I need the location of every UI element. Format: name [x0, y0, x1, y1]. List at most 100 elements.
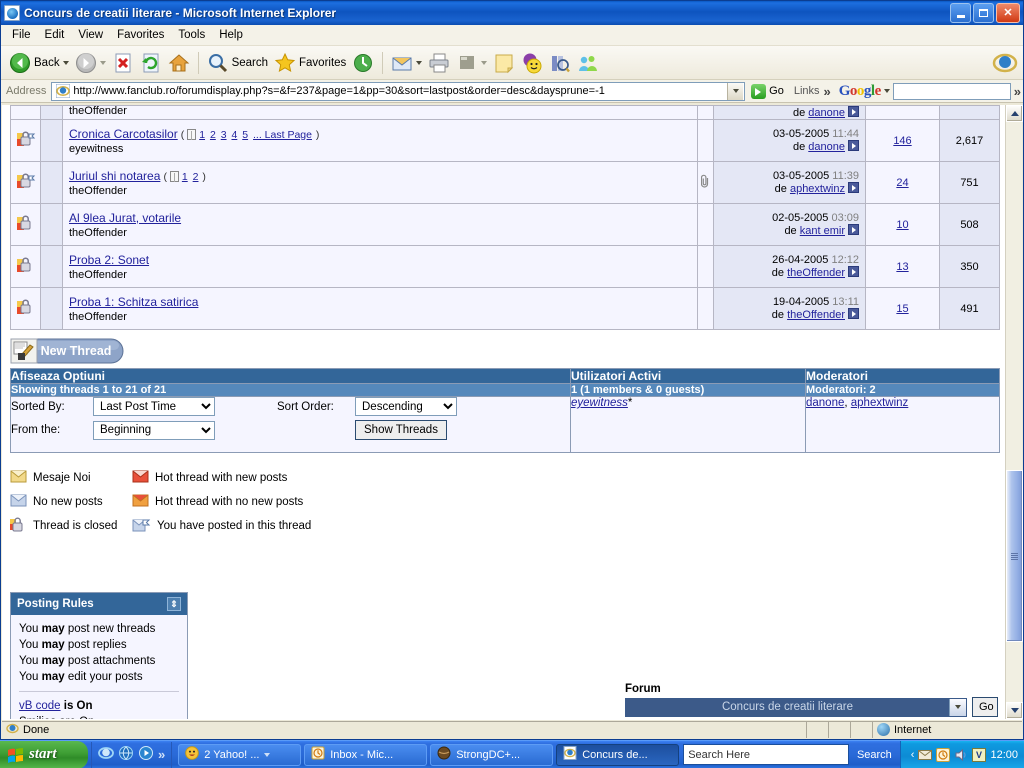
back-button[interactable]: Back [6, 49, 72, 77]
last-post-author-link[interactable]: aphextwinz [790, 183, 845, 195]
from-the-select[interactable]: Beginning [93, 420, 215, 440]
maximize-button[interactable] [973, 3, 994, 23]
page-link-2[interactable]: 2 [193, 171, 199, 183]
ie-icon[interactable] [98, 745, 114, 764]
chevron-down-icon[interactable] [949, 698, 966, 716]
links-bar[interactable]: Links » [790, 84, 835, 99]
thread-title-link[interactable]: Cronica Carcotasilor [69, 127, 178, 141]
menu-help[interactable]: Help [212, 27, 250, 43]
table-row[interactable]: Al 9lea Jurat, votarile theOffender 02-0… [10, 203, 1000, 246]
last-post-author-link[interactable]: theOffender [787, 309, 845, 321]
google-search-input[interactable] [892, 82, 1011, 100]
history-button[interactable] [349, 49, 377, 77]
minimize-button[interactable] [950, 3, 971, 23]
volume-icon[interactable] [954, 748, 968, 762]
page-link-3[interactable]: 3 [221, 129, 227, 141]
active-user-link[interactable]: eyewitness [571, 397, 628, 409]
task-button-outlook[interactable]: Inbox - Mic... [304, 743, 428, 766]
edit-button[interactable] [453, 49, 490, 77]
favorites-button[interactable]: Favorites [271, 49, 349, 77]
last-post-author-link[interactable]: danone [808, 141, 845, 153]
forum-jump-select[interactable]: Concurs de creatii literare [625, 697, 967, 717]
stop-button[interactable] [109, 49, 137, 77]
page-link-2[interactable]: 2 [210, 129, 216, 141]
address-input-wrap[interactable]: http://www.fanclub.ro/forumdisplay.php?s… [51, 81, 746, 101]
goto-last-post-icon[interactable] [848, 140, 859, 151]
thread-title-link[interactable]: Al 9lea Jurat, votarile [69, 211, 181, 225]
goto-last-post-icon[interactable] [848, 266, 859, 277]
page-link-1[interactable]: 1 [182, 171, 188, 183]
close-button[interactable]: ✕ [996, 3, 1020, 23]
last-post-author-link[interactable]: kant emir [800, 225, 845, 237]
address-dropdown-button[interactable] [727, 82, 744, 100]
notes-button[interactable] [490, 49, 518, 77]
table-row[interactable]: Juriul shi notarea ( 1 2 ) theOffender 0… [10, 161, 1000, 204]
sort-order-select[interactable]: Descending [355, 397, 457, 416]
thread-title-link[interactable]: Proba 1: Schitza satirica [69, 295, 198, 309]
forward-button[interactable] [72, 49, 109, 77]
thread-title-link[interactable]: Proba 2: Sonet [69, 253, 149, 267]
mail-icon[interactable] [918, 748, 933, 762]
sorted-by-select[interactable]: Last Post Time [93, 397, 215, 416]
menu-favorites[interactable]: Favorites [110, 27, 171, 43]
new-thread-button[interactable]: New Thread [10, 338, 125, 364]
antivirus-icon[interactable]: V [972, 747, 987, 762]
replies-count-link[interactable]: 13 [896, 261, 908, 273]
vb-code-link[interactable]: vB code [19, 700, 61, 712]
search-button-label[interactable]: Search [849, 749, 900, 761]
collapse-icon[interactable]: ⇕ [167, 597, 181, 611]
go-button[interactable]: Go [745, 83, 790, 99]
clock-icon[interactable] [936, 747, 951, 762]
task-button-yahoo[interactable]: 2 Yahoo! ... [178, 743, 302, 766]
goto-last-post-icon[interactable] [848, 224, 859, 235]
last-post-author-link[interactable]: theOffender [787, 267, 845, 279]
replies-count-link[interactable]: 15 [896, 303, 908, 315]
scroll-down-button[interactable] [1006, 702, 1023, 719]
page-link-5[interactable]: 5 [242, 129, 248, 141]
print-button[interactable] [425, 49, 453, 77]
task-dropdown-icon[interactable] [264, 752, 271, 757]
research-button[interactable] [546, 49, 574, 77]
goto-last-post-icon[interactable] [848, 106, 859, 117]
mail-button[interactable] [388, 49, 425, 77]
media-player-icon[interactable] [138, 745, 154, 764]
scroll-up-button[interactable] [1006, 105, 1023, 122]
messenger-button[interactable] [518, 49, 546, 77]
last-post-author-link[interactable]: danone [808, 107, 845, 119]
goto-last-post-icon[interactable] [848, 182, 859, 193]
address-input[interactable]: http://www.fanclub.ro/forumdisplay.php?s… [73, 85, 727, 97]
replies-count-link[interactable]: 24 [896, 177, 908, 189]
moderator-link-1[interactable]: danone [806, 397, 844, 409]
menu-tools[interactable]: Tools [171, 27, 212, 43]
page-link-4[interactable]: 4 [231, 129, 237, 141]
browser-icon[interactable] [118, 745, 134, 764]
menu-edit[interactable]: Edit [38, 27, 72, 43]
table-row[interactable]: Proba 2: Sonet theOffender 26-04-2005 12… [10, 245, 1000, 288]
replies-count-link[interactable]: 10 [896, 219, 908, 231]
task-button-ie-active[interactable]: Concurs de... [556, 743, 680, 766]
back-dropdown-icon[interactable] [62, 60, 69, 65]
google-overflow-icon[interactable]: » [1014, 84, 1021, 99]
table-row[interactable]: Proba 1: Schitza satirica theOffender 19… [10, 287, 1000, 330]
scrollbar-thumb[interactable] [1006, 470, 1023, 642]
home-button[interactable] [165, 49, 193, 77]
chevron-right-icon[interactable]: » [158, 747, 165, 762]
google-dropdown-icon[interactable] [883, 89, 890, 93]
refresh-button[interactable] [137, 49, 165, 77]
links-overflow-icon[interactable]: » [824, 84, 831, 99]
menu-file[interactable]: File [5, 27, 38, 43]
replies-count-link[interactable]: 146 [893, 135, 911, 147]
show-threads-button[interactable]: Show Threads [355, 420, 447, 440]
search-input[interactable]: Search Here [683, 744, 849, 765]
edit-dropdown-icon[interactable] [481, 60, 488, 65]
table-row[interactable]: Cronica Carcotasilor ( 1 2 3 4 5 ... Las… [10, 119, 1000, 162]
system-clock[interactable]: 12:00 [990, 749, 1018, 761]
goto-last-post-icon[interactable] [848, 308, 859, 319]
thread-title-link[interactable]: Juriul shi notarea [69, 169, 160, 183]
task-button-strongdc[interactable]: StrongDC+... [430, 743, 554, 766]
vertical-scrollbar[interactable] [1005, 105, 1023, 719]
people-button[interactable] [574, 49, 602, 77]
moderator-link-2[interactable]: aphextwinz [851, 397, 909, 409]
start-button[interactable]: start [0, 740, 88, 768]
forum-jump-go-button[interactable]: Go [972, 697, 998, 717]
